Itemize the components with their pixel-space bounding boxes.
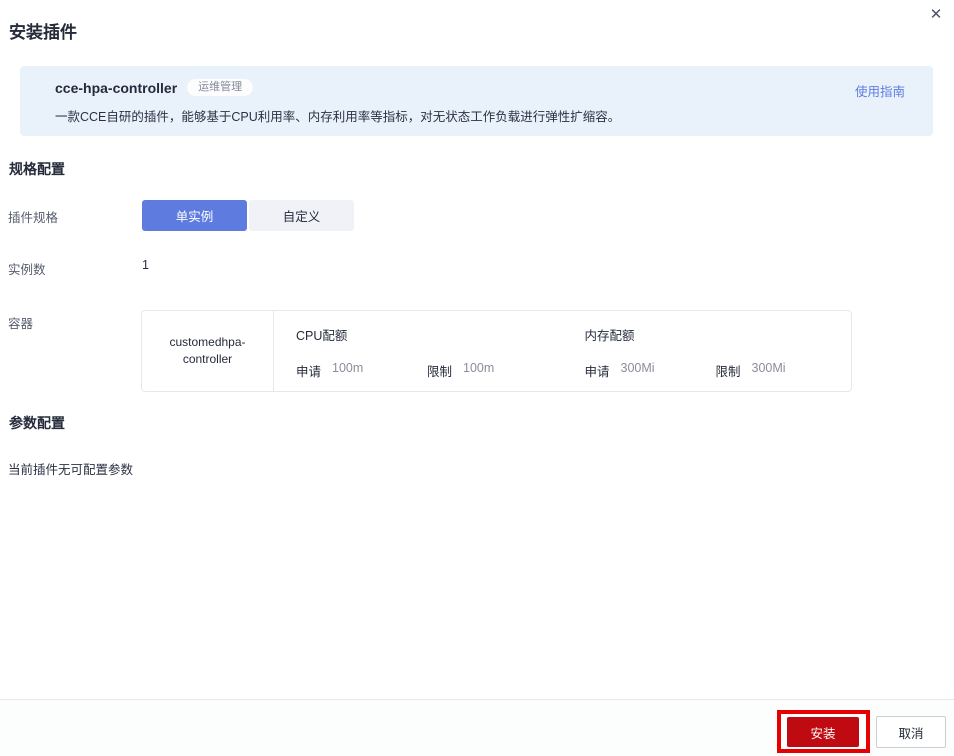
- plugin-name: cce-hpa-controller: [55, 79, 178, 96]
- cancel-button[interactable]: 取消: [876, 716, 946, 748]
- page-title: 安装插件: [9, 23, 77, 42]
- plugin-description: 一款CCE自研的插件，能够基于CPU利用率、内存利用率等指标，对无状态工作负载进…: [55, 110, 621, 124]
- cpu-request-value: 100m: [332, 361, 364, 375]
- memory-limit-label: 限制: [715, 365, 741, 379]
- container-label: 容器: [8, 317, 34, 331]
- cpu-limit-value: 100m: [463, 361, 495, 375]
- instances-value: 1: [142, 258, 149, 272]
- memory-limit-value: 300Mi: [751, 361, 786, 375]
- usage-guide-link[interactable]: 使用指南: [855, 81, 905, 100]
- memory-quota-group: 内存配额 申请 300Mi 限制 300Mi: [563, 311, 852, 391]
- install-plugin-dialog: 安装插件 ✕ cce-hpa-controller 运维管理 使用指南 一款CC…: [0, 0, 954, 756]
- container-name: customedhpa-controller: [142, 311, 274, 391]
- spec-option-single-instance[interactable]: 单实例: [142, 200, 247, 231]
- cpu-quota-header: CPU配额: [296, 329, 348, 343]
- params-config-heading: 参数配置: [9, 415, 65, 431]
- spec-config-heading: 规格配置: [9, 161, 65, 177]
- params-empty-text: 当前插件无可配置参数: [8, 463, 134, 477]
- plugin-category-badge: 运维管理: [187, 79, 254, 96]
- cpu-limit-label: 限制: [427, 365, 453, 379]
- memory-request-value: 300Mi: [620, 361, 655, 375]
- install-button[interactable]: 安装: [787, 717, 859, 747]
- plugin-info-card: cce-hpa-controller 运维管理 使用指南 一款CCE自研的插件，…: [20, 66, 933, 136]
- close-icon[interactable]: ✕: [925, 3, 947, 25]
- plugin-spec-option-group: 单实例 自定义: [142, 200, 354, 231]
- spec-option-custom[interactable]: 自定义: [249, 200, 354, 231]
- instances-label: 实例数: [8, 263, 46, 277]
- cpu-quota-group: CPU配额 申请 100m 限制 100m: [274, 311, 563, 391]
- memory-request-label: 申请: [584, 365, 610, 379]
- plugin-spec-label: 插件规格: [8, 211, 59, 225]
- container-quota-table: customedhpa-controller CPU配额 申请 100m 限制 …: [141, 310, 852, 392]
- memory-quota-header: 内存配额: [584, 329, 635, 343]
- cpu-request-label: 申请: [296, 365, 322, 379]
